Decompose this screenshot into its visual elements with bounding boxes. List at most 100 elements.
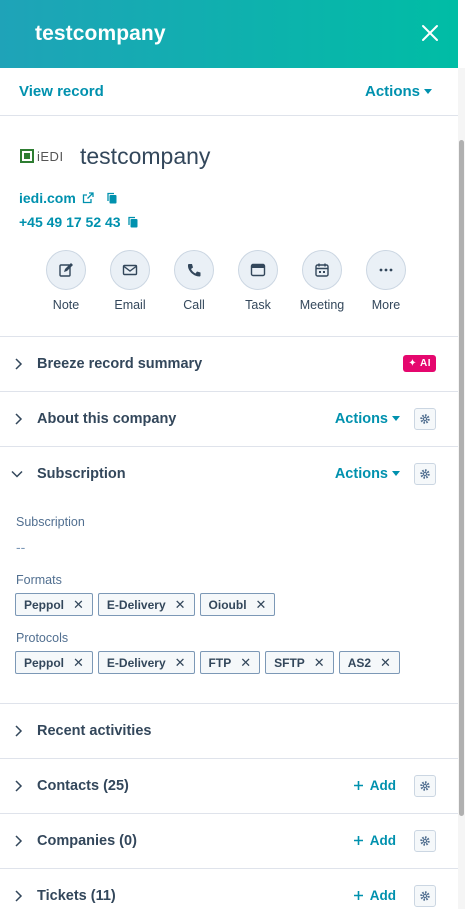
task-label: Task: [245, 298, 271, 312]
note-button[interactable]: Note: [34, 250, 98, 312]
about-section-title: About this company: [37, 411, 177, 427]
calendar-icon: [302, 250, 342, 290]
about-actions-label: Actions: [334, 411, 388, 427]
protocol-tag: AS2 ✕: [338, 651, 400, 674]
add-company-button[interactable]: Add: [353, 833, 396, 848]
tickets-section: Tickets (11) Add: [0, 868, 458, 909]
caret-down-icon: [392, 470, 400, 476]
contacts-header[interactable]: Contacts (25) Add: [0, 759, 458, 814]
breeze-section-header[interactable]: Breeze record summary ✦ AI: [0, 337, 458, 392]
task-icon: [238, 250, 278, 290]
remove-tag-icon[interactable]: ✕: [175, 655, 186, 671]
company-name: testcompany: [80, 143, 211, 169]
email-label: Email: [114, 298, 146, 312]
plus-icon: [353, 891, 363, 900]
copy-icon[interactable]: [106, 192, 118, 204]
view-record-link[interactable]: View record: [19, 83, 104, 100]
scrollbar-thumb[interactable]: [459, 140, 464, 816]
breeze-section-title: Breeze record summary: [37, 356, 203, 372]
about-actions-dropdown[interactable]: Actions: [335, 411, 400, 427]
companies-header[interactable]: Companies (0) Add: [0, 814, 458, 869]
logo-mark: [20, 149, 34, 163]
record-topbar: View record Actions: [0, 68, 458, 116]
gear-icon: [420, 836, 430, 846]
add-label: Add: [369, 778, 396, 793]
remove-tag-icon[interactable]: ✕: [314, 655, 325, 671]
company-logo: iEDI: [20, 147, 70, 165]
phone-link[interactable]: +45 49 17 52 43: [19, 214, 121, 230]
email-icon: [110, 250, 150, 290]
chevron-right-icon: [15, 890, 23, 902]
subscription-actions-dropdown[interactable]: Actions: [335, 466, 400, 482]
chevron-right-icon: [15, 358, 23, 370]
tag-label: Oioubl: [208, 597, 247, 612]
recent-activities-header[interactable]: Recent activities: [0, 704, 458, 759]
add-contact-button[interactable]: Add: [353, 778, 396, 793]
gear-icon: [420, 891, 430, 901]
contacts-title: Contacts (25): [37, 778, 129, 794]
gear-icon: [420, 469, 430, 479]
domain-link[interactable]: iedi.com: [19, 190, 76, 206]
subscription-section-header[interactable]: Subscription Actions: [0, 447, 458, 502]
contacts-section: Contacts (25) Add: [0, 758, 458, 814]
actions-label: Actions: [364, 83, 420, 100]
more-button[interactable]: More: [354, 250, 418, 312]
tag-label: E-Delivery: [106, 655, 166, 670]
remove-tag-icon[interactable]: ✕: [175, 597, 186, 613]
tickets-title: Tickets (11): [37, 888, 116, 904]
subscription-settings-button[interactable]: [414, 463, 436, 485]
formats-field-label: Formats: [16, 573, 62, 587]
chevron-right-icon: [15, 413, 23, 425]
remove-tag-icon[interactable]: ✕: [73, 597, 84, 613]
subscription-actions-label: Actions: [334, 466, 388, 482]
more-icon: [366, 250, 406, 290]
meeting-label: Meeting: [299, 298, 345, 312]
plus-icon: [353, 836, 363, 845]
remove-tag-icon[interactable]: ✕: [256, 597, 267, 613]
tag-label: Peppol: [24, 597, 65, 612]
call-button[interactable]: Call: [162, 250, 226, 312]
remove-tag-icon[interactable]: ✕: [73, 655, 84, 671]
subscription-field-label: Subscription: [16, 515, 85, 529]
companies-settings-button[interactable]: [414, 830, 436, 852]
remove-tag-icon[interactable]: ✕: [380, 655, 391, 671]
protocols-tags: Peppol ✕ E-Delivery ✕ FTP ✕ SFTP ✕ AS2 ✕: [15, 651, 400, 674]
caret-down-icon: [424, 88, 432, 94]
recent-activities-section: Recent activities: [0, 703, 458, 759]
tag-label: SFTP: [274, 655, 305, 670]
formats-tags: Peppol ✕ E-Delivery ✕ Oioubl ✕: [15, 593, 276, 616]
protocol-tag: FTP ✕: [199, 651, 261, 674]
ai-badge: ✦ AI: [403, 355, 436, 372]
tag-label: Peppol: [24, 655, 65, 670]
actions-dropdown[interactable]: Actions: [365, 83, 432, 100]
copy-icon[interactable]: [127, 216, 139, 228]
logo-text: iEDI: [37, 148, 64, 164]
chevron-right-icon: [15, 725, 23, 737]
about-section: About this company Actions: [0, 391, 458, 447]
protocols-field-label: Protocols: [16, 631, 69, 645]
remove-tag-icon[interactable]: ✕: [240, 655, 251, 671]
companies-title: Companies (0): [37, 833, 137, 849]
gear-icon: [420, 414, 430, 424]
contacts-settings-button[interactable]: [414, 775, 436, 797]
email-button[interactable]: Email: [98, 250, 162, 312]
companies-section: Companies (0) Add: [0, 813, 458, 869]
task-button[interactable]: Task: [226, 250, 290, 312]
caret-down-icon: [392, 415, 400, 421]
external-link-icon[interactable]: [82, 192, 94, 204]
close-icon[interactable]: [421, 24, 439, 42]
about-section-header[interactable]: About this company Actions: [0, 392, 458, 447]
format-tag: Peppol ✕: [15, 593, 93, 616]
chevron-right-icon: [15, 780, 23, 792]
quick-actions: Note Email Call Task Meeting More: [34, 250, 418, 312]
add-label: Add: [369, 833, 396, 848]
tickets-settings-button[interactable]: [414, 885, 436, 907]
add-ticket-button[interactable]: Add: [353, 888, 396, 903]
subscription-section: Subscription Actions Subscription -- For…: [0, 446, 458, 704]
meeting-button[interactable]: Meeting: [290, 250, 354, 312]
tickets-header[interactable]: Tickets (11) Add: [0, 869, 458, 909]
subscription-field-value[interactable]: --: [16, 539, 25, 555]
about-settings-button[interactable]: [414, 408, 436, 430]
domain-row: iedi.com: [19, 190, 118, 206]
scrollbar[interactable]: [458, 68, 465, 909]
